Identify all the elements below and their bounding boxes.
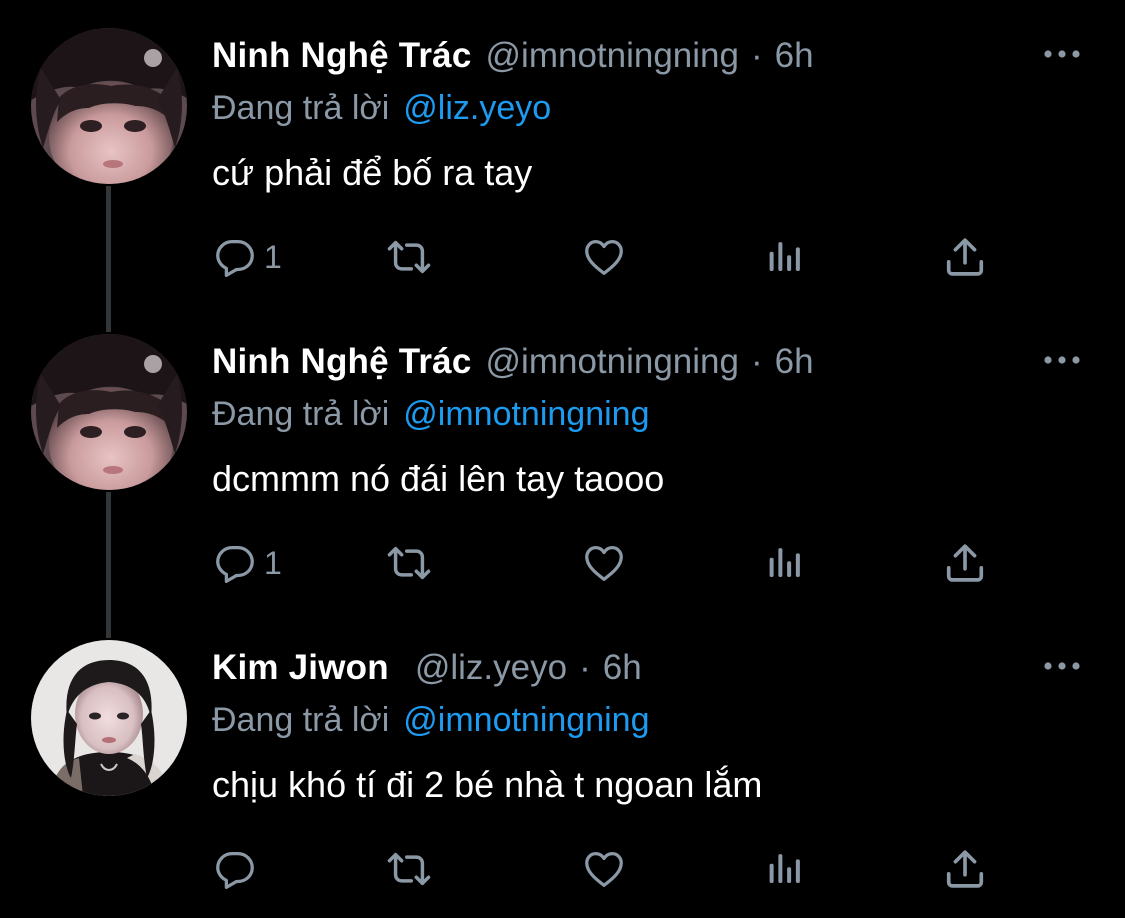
separator-dot: ·	[579, 648, 591, 687]
like-button[interactable]	[580, 232, 628, 282]
avatar-image	[31, 334, 187, 490]
tweet-header: Kim Jiwon @liz.yeyo · 6h	[212, 646, 642, 690]
tweet-text: dcmmm nó đái lên tay taooo	[212, 458, 665, 499]
reply-count: 1	[264, 238, 282, 275]
display-name[interactable]: Ninh Nghệ Trác	[212, 342, 472, 382]
tweet[interactable]: Kim Jiwon @liz.yeyo · 6h Đang trả lời @i…	[0, 612, 1125, 918]
reply-count: 1	[264, 544, 282, 581]
reply-icon	[212, 540, 258, 586]
retweet-icon	[384, 234, 434, 280]
avatar[interactable]	[31, 334, 187, 490]
tweet-text: chịu khó tí đi 2 bé nhà t ngoan lắm	[212, 764, 763, 805]
more-icon	[1042, 654, 1082, 678]
reply-icon	[212, 234, 258, 280]
retweet-button[interactable]	[384, 844, 434, 894]
avatar-image	[31, 640, 187, 796]
display-name[interactable]: Kim Jiwon	[212, 648, 389, 688]
timestamp[interactable]: 6h	[603, 648, 642, 688]
tweet-header: Ninh Nghệ Trác @imnotningning · 6h	[212, 340, 814, 384]
like-button[interactable]	[580, 538, 628, 588]
like-icon	[580, 234, 628, 280]
action-bar	[212, 844, 1012, 894]
views-button[interactable]	[764, 232, 806, 282]
retweet-button[interactable]	[384, 232, 434, 282]
retweet-button[interactable]	[384, 538, 434, 588]
more-button[interactable]	[1042, 348, 1082, 372]
views-button[interactable]	[764, 844, 806, 894]
replying-label: Đang trả lời	[212, 88, 390, 127]
reply-button[interactable]: 1	[212, 538, 282, 588]
retweet-icon	[384, 540, 434, 586]
avatar-image	[31, 28, 187, 184]
like-icon	[580, 540, 628, 586]
tweet[interactable]: Ninh Nghệ Trác @imnotningning · 6h Đang …	[0, 306, 1125, 638]
reply-button[interactable]	[212, 844, 264, 894]
replying-to: Đang trả lời @imnotningning	[212, 698, 649, 742]
user-handle[interactable]: @imnotningning	[486, 36, 739, 76]
tweet-text: cứ phải để bố ra tay	[212, 152, 533, 193]
share-button[interactable]	[942, 538, 988, 588]
views-icon	[764, 542, 806, 584]
like-button[interactable]	[580, 844, 628, 894]
separator-dot: ·	[750, 342, 763, 381]
replying-label: Đang trả lời	[212, 394, 390, 433]
replying-to: Đang trả lời @imnotningning	[212, 392, 649, 436]
avatar[interactable]	[31, 28, 187, 184]
mention-link[interactable]: @imnotningning	[403, 701, 649, 740]
replying-to: Đang trả lời @liz.yeyo	[212, 86, 551, 130]
more-button[interactable]	[1042, 654, 1082, 678]
timestamp[interactable]: 6h	[775, 36, 814, 76]
views-icon	[764, 236, 806, 278]
action-bar: 1	[212, 232, 1012, 282]
more-button[interactable]	[1042, 42, 1082, 66]
more-icon	[1042, 42, 1082, 66]
share-button[interactable]	[942, 844, 988, 894]
views-icon	[764, 848, 806, 890]
mention-link[interactable]: @liz.yeyo	[403, 89, 551, 128]
share-icon	[942, 234, 988, 280]
tweet[interactable]: Ninh Nghệ Trác @imnotningning · 6h Đang …	[0, 0, 1125, 332]
replying-label: Đang trả lời	[212, 700, 390, 739]
display-name[interactable]: Ninh Nghệ Trác	[212, 36, 472, 76]
reply-icon	[212, 846, 258, 892]
share-button[interactable]	[942, 232, 988, 282]
tweet-header: Ninh Nghệ Trác @imnotningning · 6h	[212, 34, 814, 78]
more-icon	[1042, 348, 1082, 372]
share-icon	[942, 846, 988, 892]
action-bar: 1	[212, 538, 1012, 588]
retweet-icon	[384, 846, 434, 892]
share-icon	[942, 540, 988, 586]
separator-dot: ·	[750, 36, 763, 75]
timestamp[interactable]: 6h	[775, 342, 814, 382]
mention-link[interactable]: @imnotningning	[403, 395, 649, 434]
avatar[interactable]	[31, 640, 187, 796]
user-handle[interactable]: @imnotningning	[486, 342, 739, 382]
like-icon	[580, 846, 628, 892]
reply-button[interactable]: 1	[212, 232, 282, 282]
views-button[interactable]	[764, 538, 806, 588]
user-handle[interactable]: @liz.yeyo	[415, 648, 567, 688]
